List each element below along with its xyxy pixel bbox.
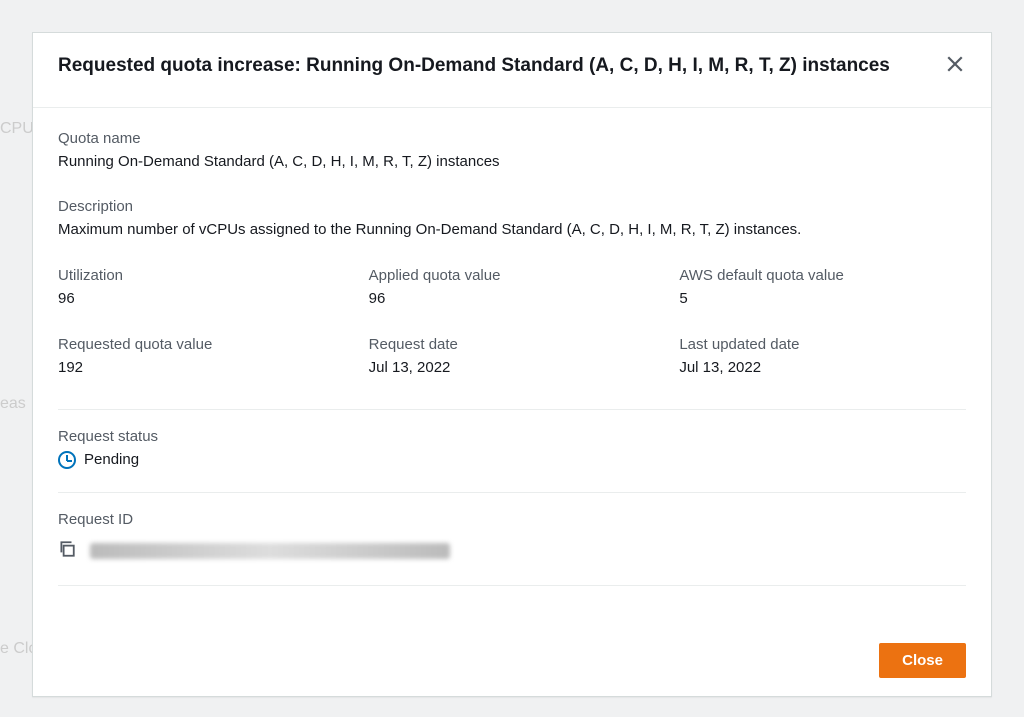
copy-button[interactable] <box>58 540 76 561</box>
field-default-quota: AWS default quota value 5 <box>679 267 966 310</box>
divider <box>58 585 966 586</box>
modal-title: Requested quota increase: Running On-Dem… <box>58 53 890 79</box>
field-label: Request date <box>369 336 656 353</box>
modal-footer: Close <box>33 629 991 696</box>
copy-icon <box>58 540 76 561</box>
field-value: Jul 13, 2022 <box>679 357 966 379</box>
field-value: Maximum number of vCPUs assigned to the … <box>58 219 966 241</box>
field-utilization: Utilization 96 <box>58 267 345 310</box>
field-request-date: Request date Jul 13, 2022 <box>369 336 656 379</box>
field-applied-quota: Applied quota value 96 <box>369 267 656 310</box>
field-label: Quota name <box>58 130 966 147</box>
field-label: Last updated date <box>679 336 966 353</box>
modal-body: Quota name Running On-Demand Standard (A… <box>33 108 991 629</box>
status-badge: Pending <box>84 449 139 471</box>
quota-increase-modal: Requested quota increase: Running On-Dem… <box>32 32 992 697</box>
field-last-updated: Last updated date Jul 13, 2022 <box>679 336 966 379</box>
page-bg-text: eas <box>0 395 26 413</box>
field-label: Request status <box>58 428 966 445</box>
field-label: Requested quota value <box>58 336 345 353</box>
field-value: 96 <box>58 288 345 310</box>
field-label: Description <box>58 198 966 215</box>
field-requested-quota: Requested quota value 192 <box>58 336 345 379</box>
close-button[interactable]: Close <box>879 643 966 678</box>
pending-clock-icon <box>58 451 76 469</box>
field-label: Utilization <box>58 267 345 284</box>
divider <box>58 492 966 493</box>
request-id-value-redacted <box>90 543 450 559</box>
field-value: 192 <box>58 357 345 379</box>
divider <box>58 409 966 410</box>
field-quota-name: Quota name Running On-Demand Standard (A… <box>58 130 966 173</box>
field-label: AWS default quota value <box>679 267 966 284</box>
field-label: Request ID <box>58 511 966 528</box>
field-label: Applied quota value <box>369 267 656 284</box>
field-value: 96 <box>369 288 656 310</box>
field-request-status: Request status Pending <box>58 428 966 471</box>
modal-header: Requested quota increase: Running On-Dem… <box>33 33 991 108</box>
close-icon-button[interactable] <box>944 53 966 75</box>
field-request-id: Request ID <box>58 511 966 561</box>
field-value: Jul 13, 2022 <box>369 357 656 379</box>
field-value: Running On-Demand Standard (A, C, D, H, … <box>58 151 966 173</box>
field-description: Description Maximum number of vCPUs assi… <box>58 198 966 241</box>
field-value: 5 <box>679 288 966 310</box>
